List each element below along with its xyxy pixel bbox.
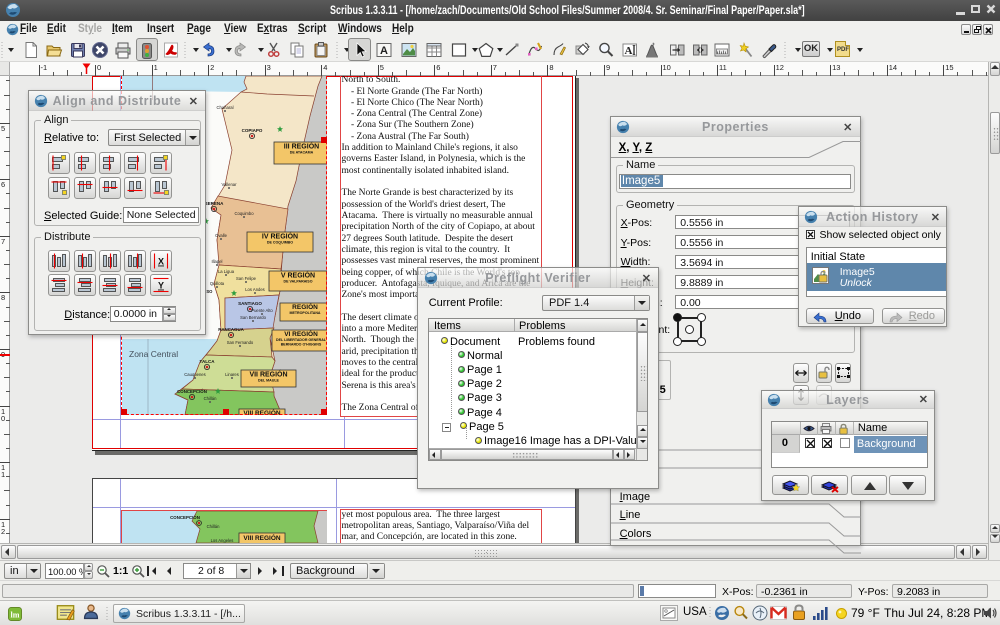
svg-text:VIII REGIÓN: VIII REGIÓN xyxy=(243,533,281,542)
svg-text:Y: Y xyxy=(158,281,164,291)
svg-text:A: A xyxy=(380,45,388,57)
svg-text:X: X xyxy=(158,257,164,267)
svg-text:Chillán: Chillán xyxy=(207,524,220,529)
svg-text:lm: lm xyxy=(11,610,20,619)
svg-text:CONCEPCIÓN: CONCEPCIÓN xyxy=(170,515,200,520)
svg-text:A: A xyxy=(625,45,633,57)
